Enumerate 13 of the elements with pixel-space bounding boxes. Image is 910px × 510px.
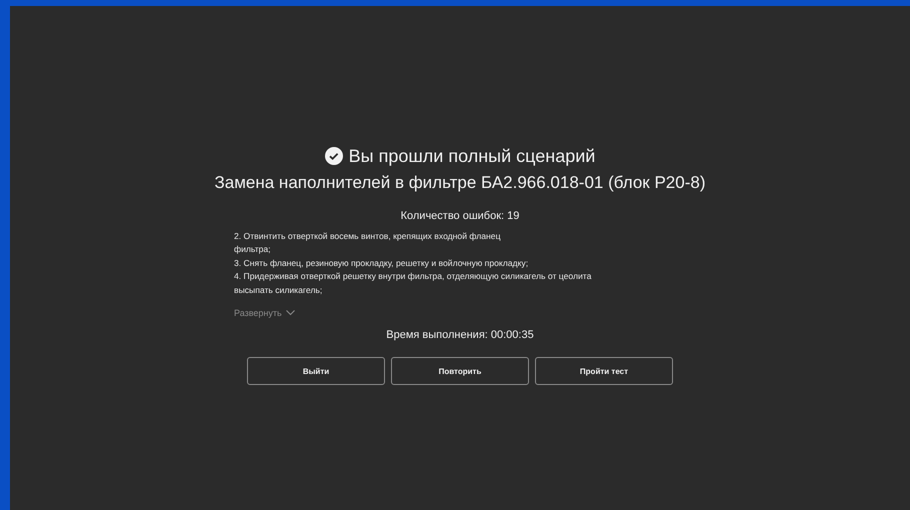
action-button[interactable]: Повторить [391,357,529,386]
scenario-title: Замена наполнителей в фильтре БА2.966.018-01 (блок Р20-8) [214,173,706,193]
action-button[interactable]: Пройти тест [535,357,673,386]
step-text: 2. Отвинтить отверткой восемь винтов, крепящих входной фланец [234,230,502,243]
step-text: 4. Придерживая отверткой решетку внутри фильтра, отделяющую силикагель от цеолита [234,270,592,284]
step-text: высыпать силикагель; [234,284,324,297]
elapsed-time: Время выполнения: 00:00:35 [386,329,534,342]
expand-link[interactable]: Развернуть [234,308,295,318]
error-count: Количество ошибок: 19 [400,210,520,222]
result-title: Вы прошли полный сценарий [348,146,596,166]
step-text: 3. Снять фланец, резиновую прокладку, решетку и войлочную прокладку; [234,256,530,270]
step-text: фильтра; [234,243,272,256]
action-button[interactable]: Выйти [247,357,385,386]
